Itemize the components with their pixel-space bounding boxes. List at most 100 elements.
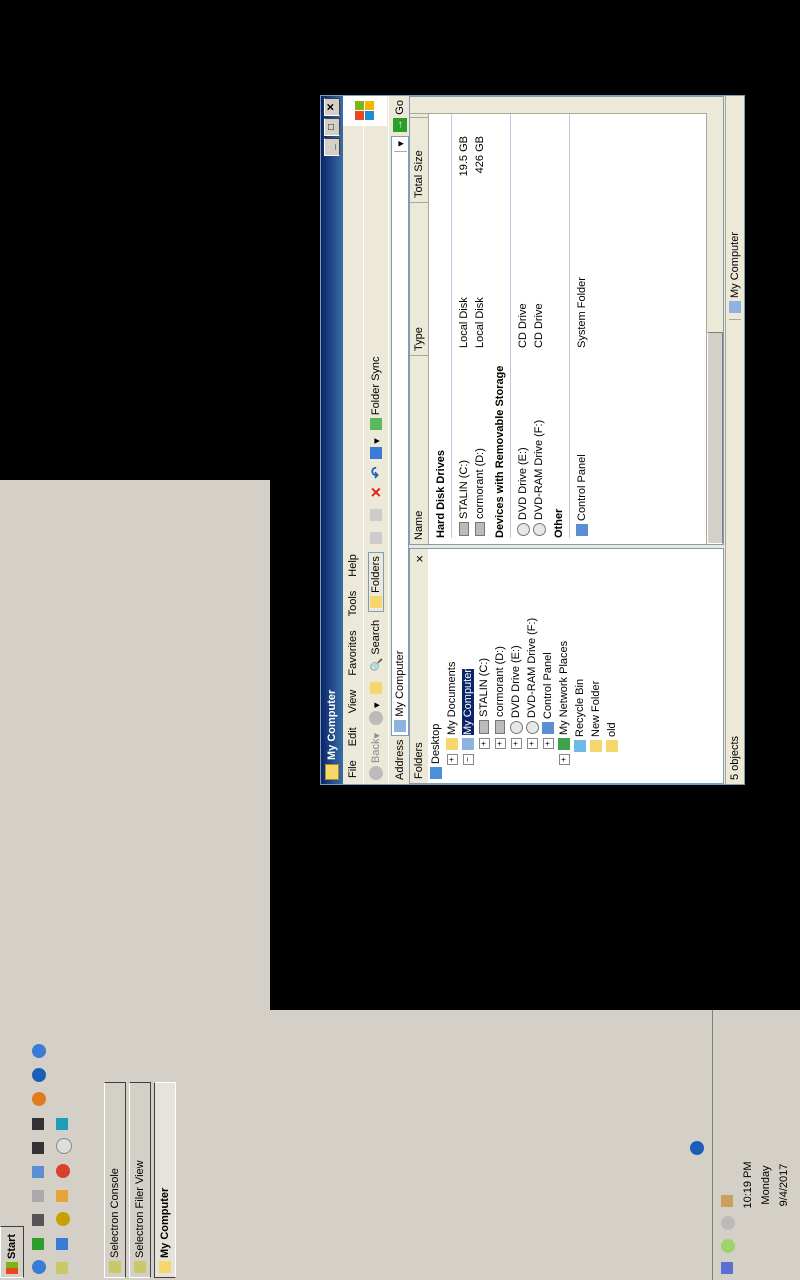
- forward-button[interactable]: ▾: [369, 702, 383, 725]
- tray-icon[interactable]: [721, 1216, 735, 1230]
- ie-icon[interactable]: [32, 1260, 46, 1274]
- tree-item-my-computer[interactable]: − My Computer: [460, 549, 476, 779]
- tree-item-control-panel[interactable]: + Control Panel: [540, 549, 556, 779]
- tree-item-drive-e[interactable]: + DVD Drive (E:): [508, 549, 524, 779]
- tree-item-recycle-bin[interactable]: Recycle Bin: [572, 549, 588, 779]
- folders-button[interactable]: Folders: [368, 552, 384, 612]
- app-icon[interactable]: [56, 1238, 68, 1250]
- tray-icon[interactable]: [721, 1195, 733, 1207]
- move-icon: [370, 532, 382, 545]
- app-icon[interactable]: [32, 1044, 46, 1058]
- address-input[interactable]: My Computer ▾: [391, 135, 409, 736]
- expand-icon[interactable]: +: [446, 754, 458, 765]
- app-icon[interactable]: [56, 1262, 68, 1274]
- tree-item-desktop[interactable]: Desktop: [428, 549, 444, 779]
- firefox-icon[interactable]: [32, 1092, 46, 1106]
- vertical-scrollbar[interactable]: [410, 97, 723, 114]
- tree-item-drive-f[interactable]: + DVD-RAM Drive (F:): [524, 549, 540, 779]
- expand-icon[interactable]: +: [542, 738, 554, 749]
- hard-disk-icon: [479, 720, 489, 734]
- status-objects: 5 objects: [729, 319, 741, 784]
- list-item[interactable]: cormorant (D:) Local Disk 426 GB: [472, 97, 488, 544]
- back-button[interactable]: Back ▾: [369, 733, 383, 780]
- task-selectron-console[interactable]: Selectron Console: [104, 1082, 126, 1278]
- network-icon: [558, 738, 570, 750]
- hard-disk-icon: [495, 720, 505, 734]
- app-icon[interactable]: [56, 1212, 70, 1226]
- close-pane-button[interactable]: ×: [412, 555, 427, 563]
- tree-item-old[interactable]: old: [604, 549, 620, 779]
- app-icon[interactable]: [32, 1214, 44, 1226]
- expand-icon[interactable]: +: [526, 738, 538, 749]
- close-button[interactable]: ✕: [324, 98, 340, 116]
- menu-help[interactable]: Help: [347, 554, 359, 577]
- group-header: Devices with Removable Storage: [494, 365, 506, 538]
- move-to-button[interactable]: [370, 529, 382, 545]
- search-button[interactable]: 🔍 Search: [370, 620, 383, 672]
- list-item[interactable]: DVD Drive (E:) CD Drive: [515, 97, 531, 544]
- folder-sync-icon: [370, 418, 382, 431]
- app-icon[interactable]: [32, 1190, 44, 1202]
- app-icon[interactable]: [32, 1142, 44, 1154]
- toolbar: Back ▾ ▾ 🔍 Search Folders ✕ ↶ ▾ Folder S…: [363, 96, 388, 784]
- expand-icon[interactable]: +: [510, 738, 522, 749]
- menu-edit[interactable]: Edit: [347, 727, 359, 746]
- taskbar-area: Start Selectron Console Selectron Filer …: [0, 1010, 800, 1280]
- views-button[interactable]: ▾: [370, 438, 383, 459]
- expand-icon[interactable]: +: [494, 738, 506, 749]
- delete-icon: ✕: [367, 486, 384, 499]
- collapse-icon[interactable]: −: [462, 754, 474, 765]
- app-icon[interactable]: [56, 1118, 68, 1130]
- title-bar[interactable]: My Computer _ □ ✕: [321, 96, 343, 784]
- copy-to-button[interactable]: [370, 506, 382, 522]
- maximize-button[interactable]: □: [324, 118, 340, 136]
- tree-item-drive-c[interactable]: + STALIN (C:): [476, 549, 492, 779]
- column-type[interactable]: Type: [410, 202, 428, 355]
- app-icon[interactable]: [56, 1190, 68, 1202]
- expand-icon[interactable]: +: [558, 754, 570, 765]
- task-selectron-filer-view[interactable]: Selectron Filer View: [129, 1082, 151, 1278]
- column-total-size[interactable]: Total Size: [410, 117, 428, 202]
- horizontal-scrollbar[interactable]: [706, 113, 723, 544]
- address-label: Address: [394, 739, 406, 780]
- go-button[interactable]: Go: [394, 100, 406, 115]
- undo-icon: ↶: [367, 466, 384, 479]
- tree-item-my-documents[interactable]: + My Documents: [444, 549, 460, 779]
- list-item[interactable]: DVD-RAM Drive (F:) CD Drive: [531, 97, 547, 544]
- tray-icon[interactable]: [721, 1262, 733, 1274]
- tree-item-new-folder[interactable]: New Folder: [588, 549, 604, 779]
- column-name[interactable]: Name: [410, 355, 428, 544]
- undo-button[interactable]: ↶: [368, 467, 385, 479]
- clock-date: 9/4/2017: [778, 1163, 790, 1207]
- scroll-thumb[interactable]: [707, 332, 723, 544]
- app-icon[interactable]: [32, 1118, 44, 1130]
- help-icon[interactable]: [690, 1141, 704, 1155]
- cd-icon[interactable]: [56, 1138, 72, 1154]
- start-button[interactable]: Start: [0, 1226, 24, 1278]
- delete-button[interactable]: ✕: [368, 486, 385, 498]
- forward-arrow-icon: [369, 711, 383, 725]
- tree-item-network-places[interactable]: + My Network Places: [556, 549, 572, 779]
- clock-day: Monday: [760, 1165, 772, 1205]
- excel-icon[interactable]: [32, 1238, 44, 1250]
- tree-item-drive-d[interactable]: + cormorant (D:): [492, 549, 508, 779]
- chrome-icon[interactable]: [56, 1164, 70, 1178]
- go-arrow-icon[interactable]: →: [393, 117, 407, 132]
- expand-icon[interactable]: +: [478, 738, 490, 749]
- task-my-computer[interactable]: My Computer: [154, 1082, 176, 1278]
- app-icon[interactable]: [32, 1068, 46, 1082]
- clock[interactable]: 10:19 PM Monday 9/4/2017: [739, 1130, 793, 1240]
- chevron-down-icon[interactable]: ▾: [393, 136, 407, 152]
- folder-sync-button[interactable]: Folder Sync: [370, 356, 382, 431]
- minimize-button[interactable]: _: [324, 138, 340, 156]
- up-folder-button[interactable]: [370, 679, 382, 695]
- menu-view[interactable]: View: [347, 690, 359, 714]
- menu-file[interactable]: File: [347, 760, 359, 778]
- list-item[interactable]: STALIN (C:) Local Disk 19.5 GB: [456, 97, 472, 544]
- my-computer-icon: [394, 719, 406, 732]
- menu-favorites[interactable]: Favorites: [347, 630, 359, 675]
- menu-tools[interactable]: Tools: [347, 591, 359, 617]
- list-item[interactable]: Control Panel System Folder: [574, 97, 590, 544]
- tray-icon[interactable]: [721, 1239, 735, 1253]
- app-icon[interactable]: [32, 1166, 44, 1178]
